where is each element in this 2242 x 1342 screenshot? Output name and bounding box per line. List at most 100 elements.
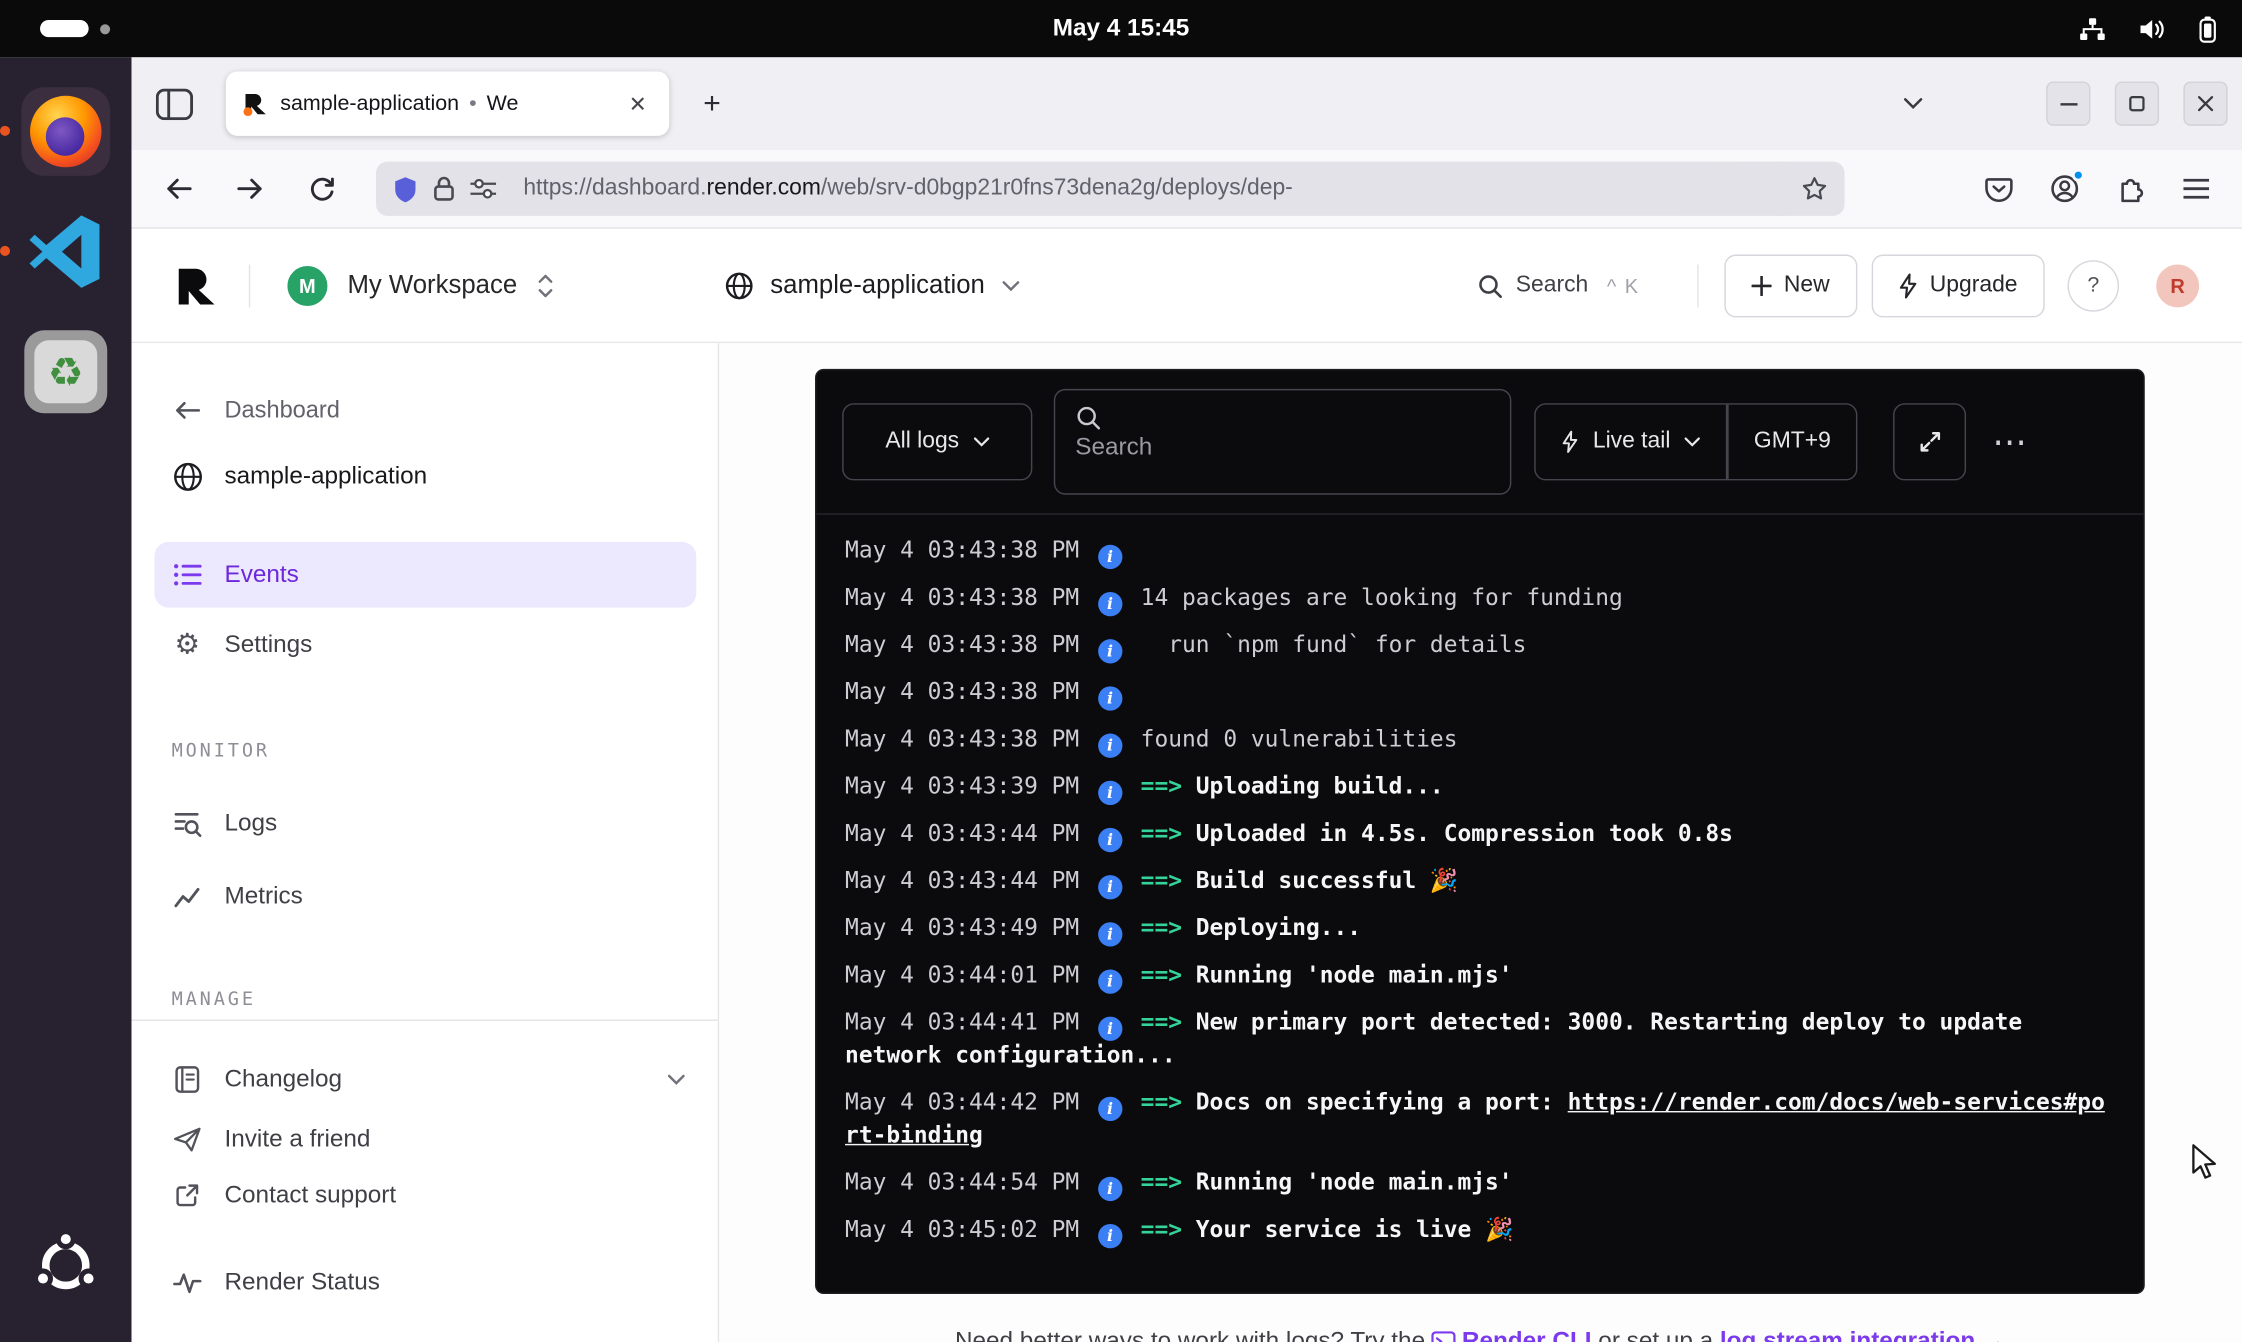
plus-icon: [1751, 275, 1771, 295]
sidebar-back-dashboard[interactable]: Dashboard: [154, 382, 696, 439]
globe-icon: [172, 461, 203, 491]
log-arrow: ==>: [1141, 1088, 1196, 1115]
info-icon: i: [1098, 875, 1122, 899]
section-label-monitor: MONITOR: [172, 741, 270, 762]
window-close-button[interactable]: [2183, 82, 2227, 126]
account-notification-dot: [2072, 169, 2085, 182]
dock-item-software-updater[interactable]: ♻: [20, 326, 112, 418]
search-icon: [1075, 405, 1101, 431]
log-stream-integration-link[interactable]: log stream integration →: [1720, 1327, 2006, 1342]
sidebar: Dashboard sample-application Events ⚙ Se…: [132, 343, 720, 1342]
info-icon: i: [1098, 592, 1122, 616]
log-timestamp: May 4 03:43:38 PM: [845, 583, 1079, 610]
expand-logs-button[interactable]: [1894, 403, 1967, 480]
log-message: Running 'node main.mjs': [1196, 961, 1513, 988]
sidebar-item-logs[interactable]: Logs: [154, 795, 696, 852]
dock-item-firefox[interactable]: [20, 86, 112, 178]
window-maximize-button[interactable]: [2115, 82, 2159, 126]
log-timestamp: May 4 03:44:41 PM: [845, 1008, 1079, 1035]
user-avatar[interactable]: R: [2156, 264, 2199, 307]
screen: May 4 15:45 ♻: [0, 0, 2242, 1342]
extensions-icon[interactable]: [2105, 163, 2156, 214]
new-button[interactable]: New: [1724, 254, 1857, 317]
log-search-field[interactable]: [1054, 389, 1512, 495]
log-search-input[interactable]: [1075, 433, 1490, 462]
firefox-view-icon: [156, 88, 193, 119]
sidebar-item-contact-support[interactable]: Contact support: [154, 1167, 696, 1224]
info-icon: i: [1098, 828, 1122, 852]
chevron-down-icon: [668, 1074, 685, 1085]
tab-title: sample-application•We: [280, 92, 620, 116]
terminal-icon: [1432, 1331, 1456, 1342]
log-message: Running 'node main.mjs': [1196, 1168, 1513, 1195]
workspace-name: My Workspace: [347, 270, 517, 300]
log-timestamp: May 4 03:43:38 PM: [845, 536, 1079, 563]
account-icon[interactable]: [2039, 163, 2090, 214]
log-row: May 4 03:43:38 PMi: [845, 668, 2115, 715]
vscode-running-dot: [0, 246, 10, 256]
back-button[interactable]: [153, 163, 204, 214]
timezone-button[interactable]: GMT+9: [1728, 405, 1856, 479]
dock-item-ubuntu[interactable]: [20, 1220, 112, 1312]
log-row: May 4 03:45:02 PMi==> Your service is li…: [845, 1205, 2115, 1252]
service-selector[interactable]: sample-application: [725, 270, 1020, 300]
more-options-button[interactable]: ⋯: [1992, 421, 2029, 462]
live-tail-dropdown[interactable]: Live tail: [1536, 405, 1727, 479]
main-content: All logs Live tail: [719, 343, 2242, 1342]
new-tab-button[interactable]: +: [686, 78, 737, 129]
log-filter-dropdown[interactable]: All logs: [842, 403, 1032, 480]
permissions-icon[interactable]: [470, 179, 496, 199]
network-icon[interactable]: [2079, 16, 2106, 40]
firefox-running-dot: [0, 126, 10, 136]
render-cli-link[interactable]: Render CLI: [1462, 1327, 1592, 1342]
globe-icon: [725, 271, 754, 300]
workspace-selector[interactable]: M My Workspace: [287, 265, 553, 305]
dock-item-vscode[interactable]: [20, 206, 112, 298]
status-pulse-icon: [172, 1271, 203, 1294]
log-timestamp: May 4 03:44:54 PM: [845, 1168, 1079, 1195]
log-message: Uploaded in 4.5s. Compression took 0.8s: [1196, 819, 1733, 846]
sidebar-item-invite-friend[interactable]: Invite a friend: [154, 1111, 696, 1168]
render-logo[interactable]: [174, 264, 217, 307]
log-message: Deploying...: [1196, 914, 1361, 941]
system-clock[interactable]: May 4 15:45: [0, 14, 2242, 43]
log-arrow: ==>: [1141, 772, 1196, 799]
upgrade-button[interactable]: Upgrade: [1871, 254, 2045, 317]
chevron-up-down-icon: [537, 272, 553, 298]
url-bar[interactable]: https://dashboard.render.com/web/srv-d0b…: [376, 162, 1844, 216]
reload-button[interactable]: [296, 163, 347, 214]
sidebar-item-settings[interactable]: ⚙ Settings: [154, 616, 696, 673]
volume-icon[interactable]: [2138, 16, 2168, 40]
log-arrow: ==>: [1141, 1215, 1196, 1242]
sidebar-item-render-status[interactable]: Render Status: [154, 1254, 696, 1311]
bookmark-star-icon[interactable]: [1802, 176, 1828, 202]
global-search-button[interactable]: Search ^ K: [1477, 272, 1639, 298]
browser-tab[interactable]: sample-application•We ✕: [226, 71, 669, 135]
forward-button[interactable]: [224, 163, 275, 214]
paper-plane-icon: [172, 1127, 203, 1153]
tracking-shield-icon[interactable]: [393, 175, 417, 202]
sidebar-item-events[interactable]: Events: [154, 542, 696, 608]
sidebar-service-name[interactable]: sample-application: [154, 448, 696, 505]
firefox-view-button[interactable]: [149, 78, 200, 129]
render-dashboard: M My Workspace sample-application Search…: [132, 229, 2242, 1342]
window-minimize-button[interactable]: [2046, 82, 2090, 126]
log-timestamp: May 4 03:43:39 PM: [845, 772, 1079, 799]
log-arrow: ==>: [1141, 1008, 1196, 1035]
list-all-tabs-button[interactable]: [1887, 78, 1938, 129]
battery-icon[interactable]: [2199, 15, 2216, 42]
help-button[interactable]: ?: [2068, 260, 2119, 311]
sidebar-item-changelog[interactable]: Changelog: [154, 1051, 696, 1108]
log-message: Docs on specifying a port:: [1196, 1088, 1568, 1115]
menu-icon[interactable]: [2171, 163, 2222, 214]
tab-close-button[interactable]: ✕: [621, 87, 655, 121]
log-timestamp: May 4 03:43:38 PM: [845, 678, 1079, 705]
url-text[interactable]: https://dashboard.render.com/web/srv-d0b…: [523, 176, 1790, 202]
info-icon: i: [1098, 1097, 1122, 1121]
lock-icon[interactable]: [433, 176, 454, 202]
sidebar-item-metrics[interactable]: Metrics: [154, 868, 696, 925]
info-icon: i: [1098, 734, 1122, 758]
pocket-icon[interactable]: [1973, 163, 2024, 214]
lightning-icon: [1898, 272, 1917, 298]
workspace-avatar: M: [287, 265, 327, 305]
